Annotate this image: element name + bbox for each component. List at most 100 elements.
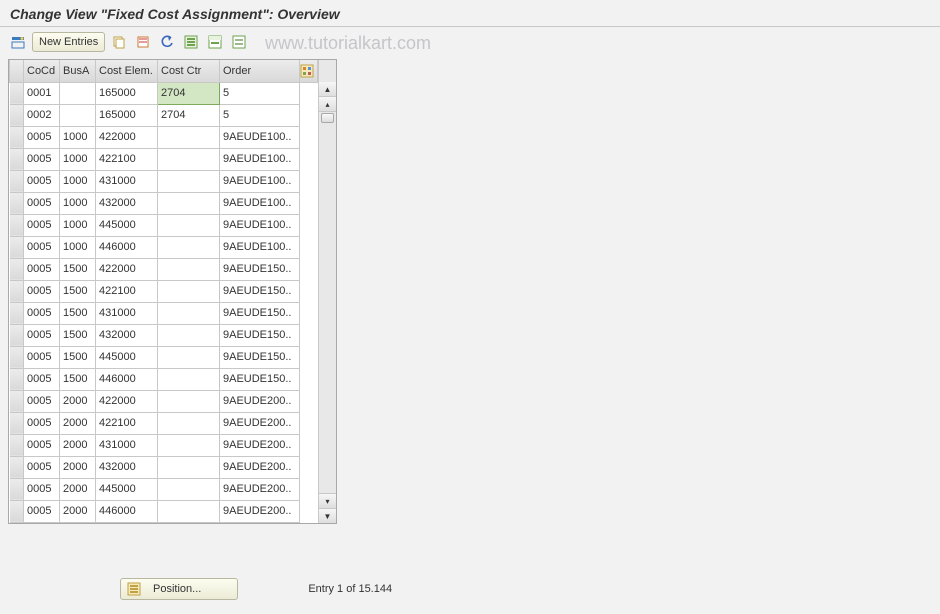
cell-cocd[interactable]: 0005: [24, 456, 60, 478]
cell-busa[interactable]: 1500: [60, 258, 96, 280]
cell-busa[interactable]: 2000: [60, 478, 96, 500]
new-entries-button[interactable]: New Entries: [32, 32, 105, 52]
cell-order[interactable]: 9AEUDE200..: [220, 478, 300, 500]
cell-busa[interactable]: [60, 82, 96, 104]
cell-cocd[interactable]: 0002: [24, 104, 60, 126]
cell-cost-ctr[interactable]: [158, 390, 220, 412]
cell-order[interactable]: 9AEUDE100..: [220, 170, 300, 192]
select-all-icon[interactable]: [181, 32, 201, 52]
cell-cost-ctr[interactable]: [158, 258, 220, 280]
cell-order[interactable]: 9AEUDE200..: [220, 390, 300, 412]
row-handle[interactable]: [10, 126, 24, 148]
cell-cost-ctr[interactable]: 2704: [158, 104, 220, 126]
cell-cost-ctr[interactable]: [158, 126, 220, 148]
cell-order[interactable]: 9AEUDE200..: [220, 412, 300, 434]
cell-cost-elem[interactable]: 446000: [96, 236, 158, 258]
row-handle[interactable]: [10, 302, 24, 324]
delete-icon[interactable]: [133, 32, 153, 52]
cell-cost-ctr[interactable]: [158, 148, 220, 170]
cell-cost-elem[interactable]: 431000: [96, 302, 158, 324]
row-handle[interactable]: [10, 390, 24, 412]
cell-busa[interactable]: 2000: [60, 456, 96, 478]
cell-cost-ctr[interactable]: [158, 192, 220, 214]
row-handle[interactable]: [10, 82, 24, 104]
cell-cocd[interactable]: 0005: [24, 126, 60, 148]
cell-cost-elem[interactable]: 446000: [96, 500, 158, 522]
scroll-down-icon[interactable]: ▼: [319, 508, 336, 523]
row-handle[interactable]: [10, 324, 24, 346]
cell-busa[interactable]: 2000: [60, 390, 96, 412]
cell-cost-elem[interactable]: 422000: [96, 390, 158, 412]
cell-cost-ctr[interactable]: [158, 214, 220, 236]
cell-busa[interactable]: 1000: [60, 192, 96, 214]
row-handle[interactable]: [10, 280, 24, 302]
col-header-cost-ctr[interactable]: Cost Ctr: [158, 60, 220, 82]
cell-cost-ctr[interactable]: [158, 434, 220, 456]
cell-cost-ctr[interactable]: [158, 456, 220, 478]
cell-busa[interactable]: 2000: [60, 434, 96, 456]
cell-order[interactable]: 9AEUDE100..: [220, 126, 300, 148]
cell-cocd[interactable]: 0005: [24, 192, 60, 214]
cell-cost-ctr[interactable]: [158, 346, 220, 368]
cell-order[interactable]: 9AEUDE100..: [220, 214, 300, 236]
cell-cocd[interactable]: 0005: [24, 368, 60, 390]
col-header-order[interactable]: Order: [220, 60, 300, 82]
cell-cocd[interactable]: 0005: [24, 390, 60, 412]
cell-order[interactable]: 9AEUDE200..: [220, 434, 300, 456]
cell-order[interactable]: 9AEUDE100..: [220, 236, 300, 258]
cell-cocd[interactable]: 0005: [24, 478, 60, 500]
other-view-icon[interactable]: [8, 32, 28, 52]
cell-cost-elem[interactable]: 422000: [96, 258, 158, 280]
row-selector-header[interactable]: [10, 60, 24, 82]
row-handle[interactable]: [10, 434, 24, 456]
cell-cocd[interactable]: 0005: [24, 236, 60, 258]
col-header-busa[interactable]: BusA: [60, 60, 96, 82]
cell-order[interactable]: 9AEUDE150..: [220, 302, 300, 324]
col-header-cost-elem[interactable]: Cost Elem.: [96, 60, 158, 82]
cell-cocd[interactable]: 0005: [24, 434, 60, 456]
cell-order[interactable]: 9AEUDE150..: [220, 258, 300, 280]
cell-cost-elem[interactable]: 422100: [96, 412, 158, 434]
cell-cost-elem[interactable]: 431000: [96, 434, 158, 456]
cell-busa[interactable]: 2000: [60, 412, 96, 434]
row-handle[interactable]: [10, 368, 24, 390]
cell-busa[interactable]: [60, 104, 96, 126]
cell-busa[interactable]: 1500: [60, 302, 96, 324]
row-handle[interactable]: [10, 346, 24, 368]
cell-cost-ctr[interactable]: [158, 170, 220, 192]
row-handle[interactable]: [10, 170, 24, 192]
undo-icon[interactable]: [157, 32, 177, 52]
cell-cocd[interactable]: 0005: [24, 170, 60, 192]
row-handle[interactable]: [10, 456, 24, 478]
cell-cost-ctr[interactable]: [158, 280, 220, 302]
cell-cost-elem[interactable]: 432000: [96, 324, 158, 346]
cell-cocd[interactable]: 0005: [24, 412, 60, 434]
row-handle[interactable]: [10, 500, 24, 522]
cell-busa[interactable]: 1500: [60, 346, 96, 368]
cell-order[interactable]: 9AEUDE150..: [220, 324, 300, 346]
cell-cost-elem[interactable]: 422000: [96, 126, 158, 148]
cell-cost-ctr[interactable]: [158, 500, 220, 522]
cell-cost-ctr[interactable]: [158, 412, 220, 434]
cell-order[interactable]: 9AEUDE150..: [220, 346, 300, 368]
cell-order[interactable]: 9AEUDE100..: [220, 192, 300, 214]
cell-busa[interactable]: 1500: [60, 368, 96, 390]
cell-busa[interactable]: 1000: [60, 126, 96, 148]
row-handle[interactable]: [10, 412, 24, 434]
cell-busa[interactable]: 2000: [60, 500, 96, 522]
cell-busa[interactable]: 1000: [60, 236, 96, 258]
cell-busa[interactable]: 1000: [60, 170, 96, 192]
cell-cost-ctr[interactable]: [158, 302, 220, 324]
cell-busa[interactable]: 1500: [60, 324, 96, 346]
scroll-line-down-icon[interactable]: ▾: [319, 493, 336, 508]
cell-cost-elem[interactable]: 446000: [96, 368, 158, 390]
cell-cost-ctr[interactable]: [158, 324, 220, 346]
col-header-cocd[interactable]: CoCd: [24, 60, 60, 82]
scroll-up-icon[interactable]: ▲: [319, 82, 336, 97]
cell-cost-elem[interactable]: 422100: [96, 148, 158, 170]
cell-cost-ctr[interactable]: [158, 368, 220, 390]
copy-icon[interactable]: [109, 32, 129, 52]
cell-order[interactable]: 9AEUDE150..: [220, 368, 300, 390]
cell-cost-elem[interactable]: 445000: [96, 214, 158, 236]
row-handle[interactable]: [10, 478, 24, 500]
